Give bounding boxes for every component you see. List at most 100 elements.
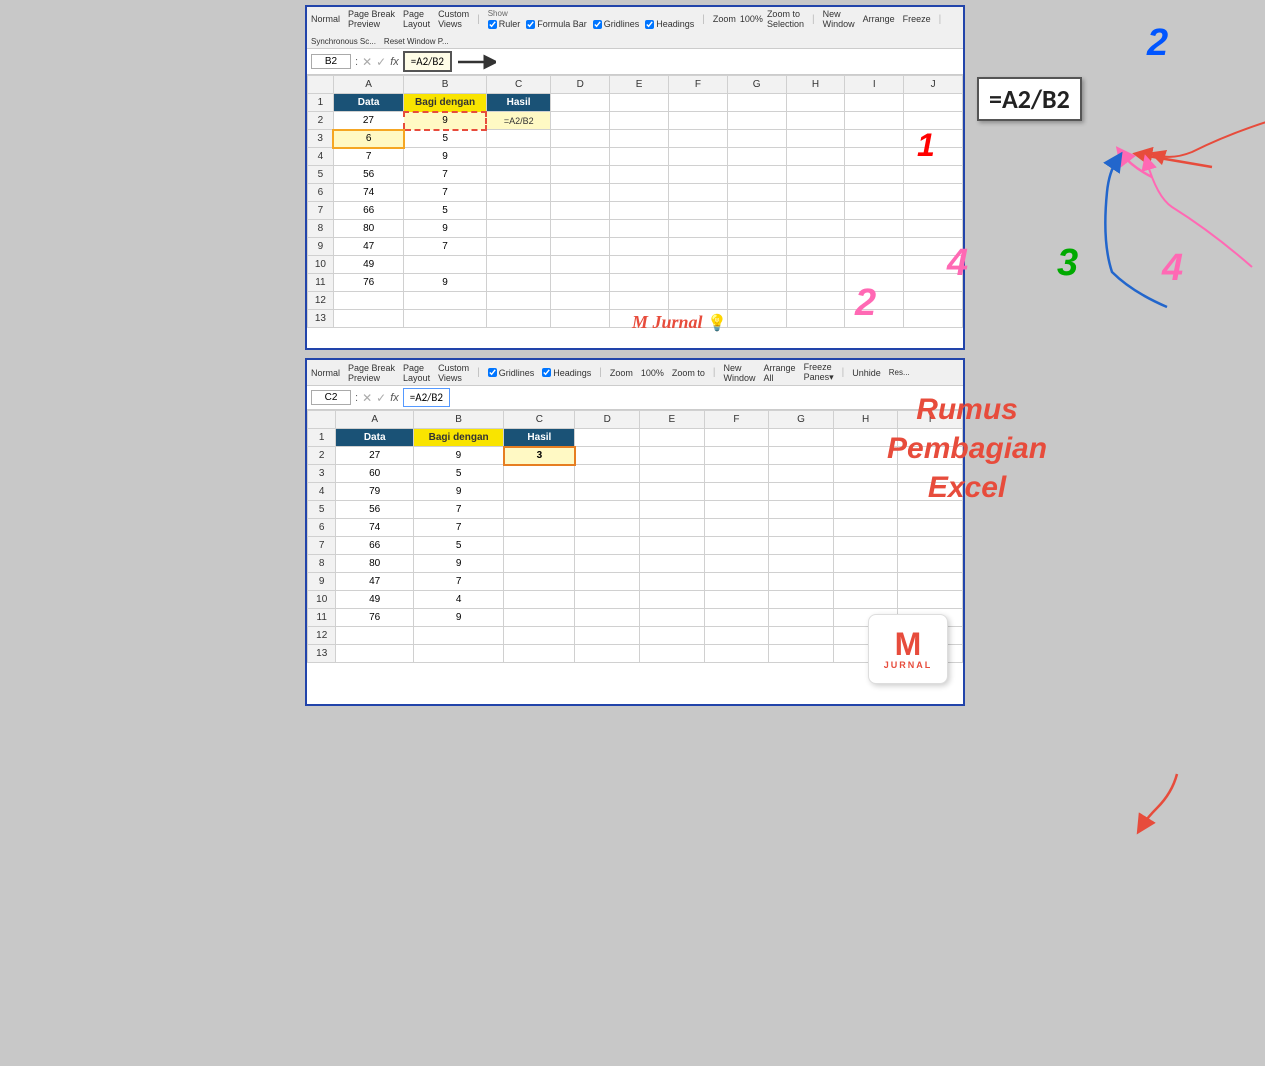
- b-ribbon-pagelayout[interactable]: PageLayout: [403, 363, 430, 383]
- cell-2e[interactable]: [610, 112, 669, 130]
- b-unhide[interactable]: Unhide: [852, 368, 881, 378]
- cell-3f[interactable]: [668, 130, 727, 148]
- cell-3e[interactable]: [610, 130, 669, 148]
- b-new-window[interactable]: NewWindow: [724, 363, 756, 383]
- cell-12e[interactable]: [610, 292, 669, 310]
- b-cell-10i[interactable]: [898, 591, 963, 609]
- cell-7a[interactable]: 66: [333, 202, 404, 220]
- b-cell-2f[interactable]: [704, 447, 769, 465]
- b-confirm-icon[interactable]: ✓: [376, 391, 386, 405]
- cell-2a[interactable]: 27: [333, 112, 404, 130]
- cell-13h[interactable]: [786, 310, 845, 328]
- b-cell-13g[interactable]: [769, 645, 834, 663]
- b-cell-5f[interactable]: [704, 501, 769, 519]
- b-ribbon-custom[interactable]: CustomViews: [438, 363, 469, 383]
- cell-2d[interactable]: [551, 112, 610, 130]
- cell-9h[interactable]: [786, 238, 845, 256]
- b-cell-11d[interactable]: [575, 609, 640, 627]
- cell-5a[interactable]: 56: [333, 166, 404, 184]
- b-cell-7d[interactable]: [575, 537, 640, 555]
- cell-3g[interactable]: [727, 130, 786, 148]
- cell-4f[interactable]: [668, 148, 727, 166]
- b-headings-checkbox[interactable]: Headings: [542, 368, 591, 378]
- b-cell-2g[interactable]: [769, 447, 834, 465]
- cell-4g[interactable]: [727, 148, 786, 166]
- b-cell-5b[interactable]: 7: [413, 501, 503, 519]
- b-cell-10c[interactable]: [504, 591, 575, 609]
- b-formula-input[interactable]: =A2/B2: [403, 388, 450, 407]
- cell-10d[interactable]: [551, 256, 610, 274]
- cell-11h[interactable]: [786, 274, 845, 292]
- b-cell-3e[interactable]: [639, 465, 704, 483]
- b-cell-1e[interactable]: [639, 429, 704, 447]
- cell-10i[interactable]: [845, 256, 904, 274]
- cell-5b[interactable]: 7: [404, 166, 486, 184]
- cell-6g[interactable]: [727, 184, 786, 202]
- cell-10f[interactable]: [668, 256, 727, 274]
- cell-5e[interactable]: [610, 166, 669, 184]
- b-cell-1g[interactable]: [769, 429, 834, 447]
- b-cell-7f[interactable]: [704, 537, 769, 555]
- cell-1h[interactable]: [786, 94, 845, 112]
- b-cell-8c[interactable]: [504, 555, 575, 573]
- b-cell-9f[interactable]: [704, 573, 769, 591]
- cell-reference[interactable]: B2: [311, 54, 351, 69]
- cell-2c[interactable]: =A2/B2: [486, 112, 551, 130]
- cell-10a[interactable]: 49: [333, 256, 404, 274]
- cell-6h[interactable]: [786, 184, 845, 202]
- b-cell-9g[interactable]: [769, 573, 834, 591]
- cell-2b[interactable]: 9: [404, 112, 486, 130]
- cell-7e[interactable]: [610, 202, 669, 220]
- b-cell-11g[interactable]: [769, 609, 834, 627]
- cell-13d[interactable]: [551, 310, 610, 328]
- cell-7c[interactable]: [486, 202, 551, 220]
- b-cell-4f[interactable]: [704, 483, 769, 501]
- cell-9d[interactable]: [551, 238, 610, 256]
- cell-11f[interactable]: [668, 274, 727, 292]
- cell-7f[interactable]: [668, 202, 727, 220]
- cell-3a[interactable]: 6: [333, 130, 404, 148]
- b-cell-12b[interactable]: [413, 627, 503, 645]
- b-cell-4d[interactable]: [575, 483, 640, 501]
- b-cell-7h[interactable]: [833, 537, 898, 555]
- cell-9c[interactable]: [486, 238, 551, 256]
- b-cell-13b[interactable]: [413, 645, 503, 663]
- cell-12d[interactable]: [551, 292, 610, 310]
- cell-13c[interactable]: [486, 310, 551, 328]
- col-header-e[interactable]: E: [610, 76, 669, 94]
- cell-7i[interactable]: [845, 202, 904, 220]
- b-cell-4g[interactable]: [769, 483, 834, 501]
- b-cell-2b[interactable]: 9: [413, 447, 503, 465]
- b-cell-13c[interactable]: [504, 645, 575, 663]
- b-cell-8e[interactable]: [639, 555, 704, 573]
- zoom-to[interactable]: Zoom toSelection: [767, 9, 804, 29]
- col-header-i[interactable]: I: [845, 76, 904, 94]
- new-window-btn[interactable]: NewWindow: [823, 9, 855, 29]
- b-cell-4a[interactable]: 79: [336, 483, 414, 501]
- b-cell-11c[interactable]: [504, 609, 575, 627]
- b-cell-2c[interactable]: 3: [504, 447, 575, 465]
- cell-12c[interactable]: [486, 292, 551, 310]
- cell-2g[interactable]: [727, 112, 786, 130]
- cell-4b[interactable]: 9: [404, 148, 486, 166]
- cell-5d[interactable]: [551, 166, 610, 184]
- ribbon-custom[interactable]: CustomViews: [438, 9, 469, 29]
- formula-input[interactable]: =A2/B2: [403, 51, 452, 72]
- col-header-h[interactable]: H: [786, 76, 845, 94]
- b-cell-4c[interactable]: [504, 483, 575, 501]
- cell-5c[interactable]: [486, 166, 551, 184]
- b-cell-3f[interactable]: [704, 465, 769, 483]
- cell-9f[interactable]: [668, 238, 727, 256]
- b-cell-9h[interactable]: [833, 573, 898, 591]
- cell-11e[interactable]: [610, 274, 669, 292]
- b-gridlines-checkbox[interactable]: Gridlines: [488, 368, 535, 378]
- cell-10e[interactable]: [610, 256, 669, 274]
- cell-10g[interactable]: [727, 256, 786, 274]
- cell-8a[interactable]: 80: [333, 220, 404, 238]
- ribbon-pagebreak[interactable]: Page BreakPreview: [348, 9, 395, 29]
- b-cell-3c[interactable]: [504, 465, 575, 483]
- gridlines-checkbox[interactable]: Gridlines: [593, 19, 640, 29]
- cell-9b[interactable]: 7: [404, 238, 486, 256]
- b-cell-11e[interactable]: [639, 609, 704, 627]
- b-col-header-c[interactable]: C: [504, 411, 575, 429]
